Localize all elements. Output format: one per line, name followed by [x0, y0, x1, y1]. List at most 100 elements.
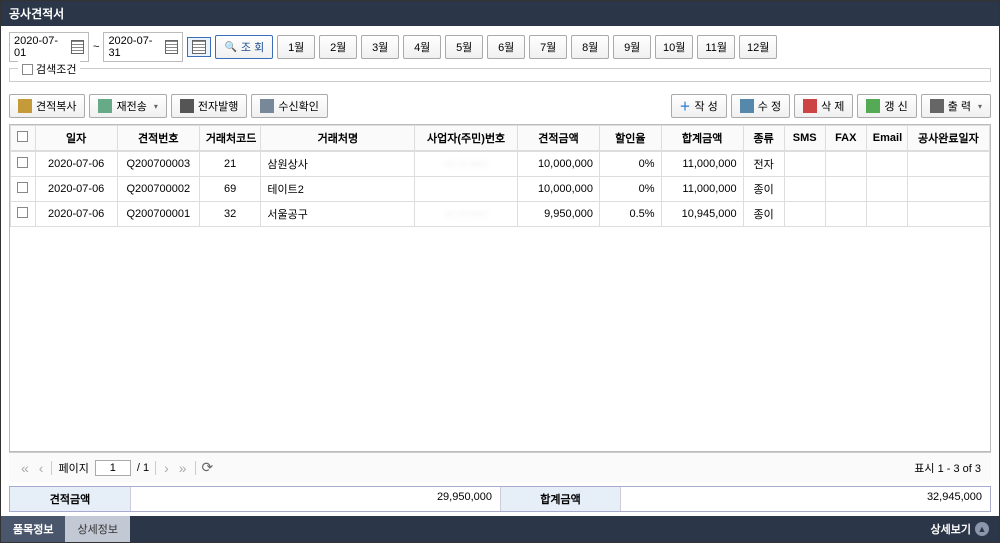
search-cond-checkbox[interactable] [22, 64, 33, 75]
search-condition-fieldset: 검색조건 [9, 68, 991, 82]
col-estamt[interactable]: 견적금액 [517, 126, 599, 151]
tab-item-info[interactable]: 품목정보 [1, 516, 65, 542]
data-grid: 일자 견적번호 거래처코드 거래처명 사업자(주민)번호 견적금액 할인율 합계… [9, 124, 991, 452]
print-icon [180, 99, 194, 113]
col-type[interactable]: 종류 [743, 126, 784, 151]
first-page-button[interactable]: « [19, 460, 31, 476]
refresh-button[interactable]: 갱 신 [857, 94, 916, 118]
month-9-button[interactable]: 9월 [613, 35, 651, 59]
cell-fax [825, 152, 866, 177]
month-3-button[interactable]: 3월 [361, 35, 399, 59]
edit-icon [740, 99, 754, 113]
copy-button[interactable]: 견적복사 [9, 94, 85, 118]
month-6-button[interactable]: 6월 [487, 35, 525, 59]
cell-estno: Q200700003 [117, 152, 199, 177]
cell-biz: ··· ·· ····· [415, 152, 518, 177]
row-checkbox[interactable] [17, 157, 28, 168]
month-2-button[interactable]: 2월 [319, 35, 357, 59]
detail-view-button[interactable]: 상세보기▲ [921, 516, 999, 542]
cell-fax [825, 202, 866, 227]
receive-check-button[interactable]: 수신확인 [251, 94, 327, 118]
search-button[interactable]: 조 회 [215, 35, 273, 59]
month-5-button[interactable]: 5월 [445, 35, 483, 59]
cell-email [866, 202, 907, 227]
col-bizno[interactable]: 사업자(주민)번호 [415, 126, 518, 151]
search-icon [224, 41, 236, 53]
prev-page-button[interactable]: ‹ [37, 460, 46, 476]
send-icon [98, 99, 112, 113]
cell-sms [784, 202, 825, 227]
date-to-input[interactable]: 2020-07-31 [103, 32, 183, 62]
pager-display: 표시 1 - 3 of 3 [914, 460, 981, 476]
cell-total: 11,000,000 [661, 152, 743, 177]
next-page-button[interactable]: › [162, 460, 171, 476]
col-sms[interactable]: SMS [784, 126, 825, 151]
calendar-icon [192, 40, 206, 54]
date-from-input[interactable]: 2020-07-01 [9, 32, 89, 62]
summary-total-value: 32,945,000 [620, 487, 990, 511]
last-page-button[interactable]: » [177, 460, 189, 476]
cell-disc: 0.5% [600, 202, 662, 227]
table-row[interactable]: 2020-07-06 Q200700003 21 삼원상사 ··· ·· ···… [11, 152, 990, 177]
calendar-button[interactable] [187, 37, 211, 57]
edoc-button[interactable]: 전자발행 [171, 94, 247, 118]
col-vendorname[interactable]: 거래처명 [261, 126, 415, 151]
month-12-button[interactable]: 12월 [739, 35, 777, 59]
cell-disc: 0% [600, 152, 662, 177]
cell-type: 종이 [743, 202, 784, 227]
month-11-button[interactable]: 11월 [697, 35, 735, 59]
print-button[interactable]: 출 력 [921, 94, 991, 118]
window-title: 공사견적서 [1, 1, 999, 26]
create-button[interactable]: ＋작 성 [671, 94, 727, 118]
col-total[interactable]: 합계금액 [661, 126, 743, 151]
month-7-button[interactable]: 7월 [529, 35, 567, 59]
chevron-up-icon: ▲ [975, 522, 989, 536]
month-4-button[interactable]: 4월 [403, 35, 441, 59]
cell-code: 32 [199, 202, 261, 227]
col-vendorcode[interactable]: 거래처코드 [199, 126, 261, 151]
summary-est-label: 견적금액 [10, 487, 130, 511]
calendar-icon[interactable] [165, 40, 178, 54]
col-email[interactable]: Email [866, 126, 907, 151]
cell-est: 10,000,000 [517, 177, 599, 202]
delete-button[interactable]: 삭 제 [794, 94, 853, 118]
cell-date: 2020-07-06 [35, 177, 117, 202]
search-cond-label: 검색조건 [36, 61, 76, 77]
cell-done [907, 177, 989, 202]
month-10-button[interactable]: 10월 [655, 35, 693, 59]
cell-name: 삼원상사 [261, 152, 415, 177]
cell-estno: Q200700001 [117, 202, 199, 227]
col-estno[interactable]: 견적번호 [117, 126, 199, 151]
filter-toolbar: 2020-07-01 ~ 2020-07-31 조 회 1월 2월 3월 4월 … [1, 26, 999, 68]
cell-est: 10,000,000 [517, 152, 599, 177]
cell-date: 2020-07-06 [35, 152, 117, 177]
page-input[interactable] [95, 460, 131, 476]
tab-detail-info[interactable]: 상세정보 [65, 516, 129, 542]
col-donedate[interactable]: 공사완료일자 [907, 126, 989, 151]
row-checkbox[interactable] [17, 207, 28, 218]
cell-code: 69 [199, 177, 261, 202]
cell-email [866, 177, 907, 202]
select-all-checkbox[interactable] [17, 131, 28, 142]
reload-button[interactable]: ⟳ [202, 459, 214, 476]
cell-biz [415, 177, 518, 202]
plus-icon: ＋ [680, 98, 691, 114]
row-checkbox[interactable] [17, 182, 28, 193]
table-row[interactable]: 2020-07-06 Q200700001 32 서울공구 ··· ·· ···… [11, 202, 990, 227]
table-row[interactable]: 2020-07-06 Q200700002 69 테이트2 10,000,000… [11, 177, 990, 202]
col-fax[interactable]: FAX [825, 126, 866, 151]
col-disc[interactable]: 할인율 [600, 126, 662, 151]
month-8-button[interactable]: 8월 [571, 35, 609, 59]
calendar-icon[interactable] [71, 40, 84, 54]
cell-date: 2020-07-06 [35, 202, 117, 227]
pager: « ‹ 페이지 / 1 › » ⟳ 표시 1 - 3 of 3 [9, 452, 991, 482]
month-1-button[interactable]: 1월 [277, 35, 315, 59]
col-date[interactable]: 일자 [35, 126, 117, 151]
edit-button[interactable]: 수 정 [731, 94, 790, 118]
summary-total-label: 합계금액 [500, 487, 620, 511]
resend-button[interactable]: 재전송 [89, 94, 166, 118]
cell-type: 종이 [743, 177, 784, 202]
trash-icon [803, 99, 817, 113]
cell-done [907, 202, 989, 227]
copy-icon [18, 99, 32, 113]
